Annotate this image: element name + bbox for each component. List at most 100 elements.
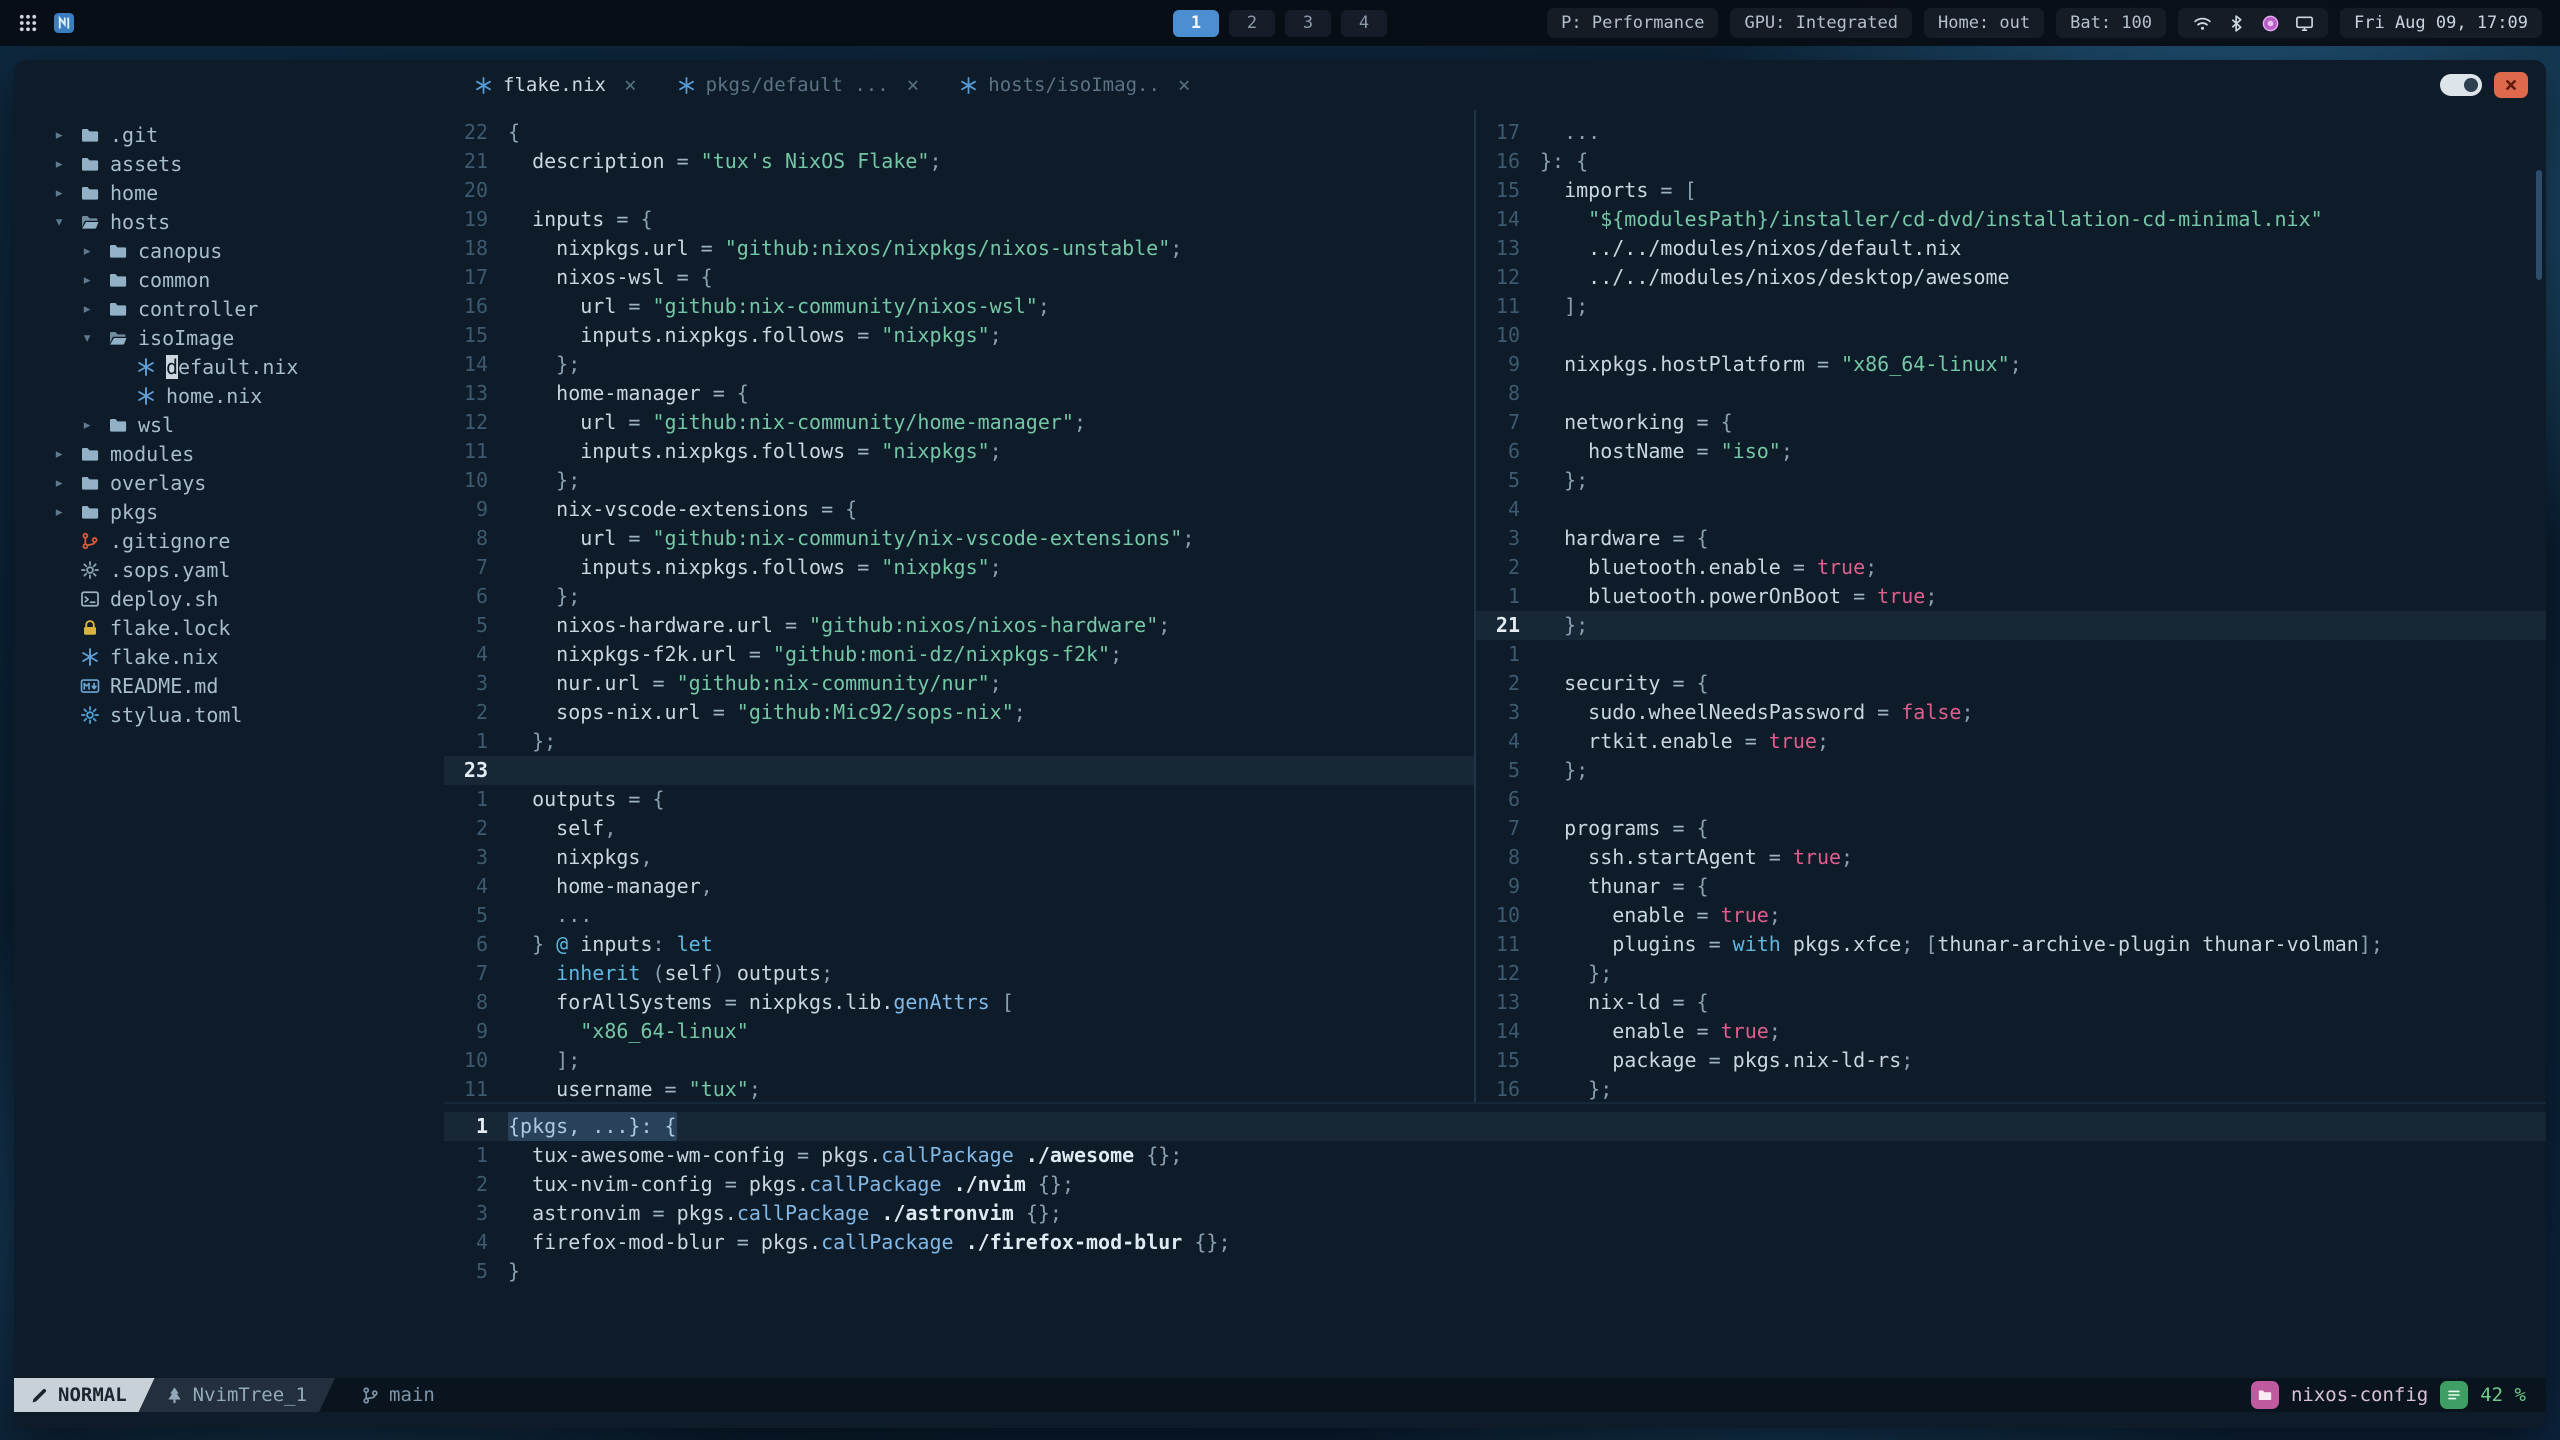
tray-icons <box>2178 8 2328 38</box>
tree-item-flake.lock[interactable]: flake.lock <box>14 613 444 642</box>
tree-item-label: hosts <box>110 209 171 234</box>
code-line: 16}: { <box>1476 147 2546 176</box>
line-text: {pkgs, ...}: { <box>508 1112 677 1141</box>
app-logo-icon[interactable] <box>54 13 74 33</box>
code-line: 15 inputs.nixpkgs.follows = "nixpkgs"; <box>444 321 1474 350</box>
tree-item-modules[interactable]: ▸ modules <box>14 439 444 468</box>
code-line: 19 inputs = { <box>444 205 1474 234</box>
line-number: 5 <box>475 613 488 637</box>
line-number: 15 <box>463 323 488 347</box>
folder-icon <box>108 415 138 435</box>
line-number: 21 <box>463 149 488 173</box>
workspace-button-1[interactable]: 1 <box>1173 9 1219 37</box>
tree-item-stylua.toml[interactable]: stylua.toml <box>14 700 444 729</box>
line-text: ... <box>1540 120 1601 144</box>
code-line: 11 plugins = with pkgs.xfce; [thunar-arc… <box>1476 930 2546 959</box>
line-text: nixpkgs, <box>508 845 653 869</box>
tree-icon <box>165 1386 184 1405</box>
line-text: nix-vscode-extensions = { <box>508 497 858 521</box>
code-line: 10 }; <box>444 466 1474 495</box>
line-number: 4 <box>475 1230 488 1254</box>
tree-cursor: d <box>166 354 179 379</box>
tree-item-common[interactable]: ▸ common <box>14 265 444 294</box>
nix-icon <box>136 357 166 377</box>
line-text: nixpkgs.url = "github:nixos/nixpkgs/nixo… <box>508 236 1183 260</box>
line-text: } <box>508 1259 521 1283</box>
scroll-progress: 42 % <box>2480 1384 2526 1406</box>
line-number: 9 <box>475 497 488 521</box>
color-picker-icon[interactable] <box>2260 13 2280 33</box>
line-number: 3 <box>1507 526 1520 550</box>
line-text: ]; <box>1540 294 1589 318</box>
statusline-right: nixos-config 42 % <box>2250 1378 2546 1412</box>
tab-close-icon[interactable]: × <box>624 73 637 97</box>
tree-item-label: .gitignore <box>110 528 231 553</box>
tree-item-README.md[interactable]: README.md <box>14 671 444 700</box>
line-number: 11 <box>1495 932 1520 956</box>
tree-item-controller[interactable]: ▸ controller <box>14 294 444 323</box>
tree-item-hosts[interactable]: ▾ hosts <box>14 207 444 236</box>
tree-item-default.nix[interactable]: default.nix <box>14 352 444 381</box>
line-number: 12 <box>463 410 488 434</box>
line-number: 1 <box>475 787 488 811</box>
line-text: plugins = with pkgs.xfce; [thunar-archiv… <box>1540 932 2383 956</box>
tree-item-label: modules <box>110 441 195 466</box>
line-text: inputs.nixpkgs.follows = "nixpkgs"; <box>508 323 1002 347</box>
tab-pkgs-default-...[interactable]: pkgs/default ... × <box>657 60 940 110</box>
line-number: 15 <box>1495 1048 1520 1072</box>
line-text: }; <box>1540 613 1589 637</box>
window-close-button[interactable]: × <box>2494 72 2528 98</box>
tab-close-icon[interactable]: × <box>907 73 920 97</box>
mode-label: NORMAL <box>58 1384 127 1406</box>
line-text: tux-nvim-config = pkgs.callPackage ./nvi… <box>508 1172 1074 1196</box>
tab-close-icon[interactable]: × <box>1178 73 1191 97</box>
line-number: 14 <box>1495 207 1520 231</box>
tree-item-assets[interactable]: ▸ assets <box>14 149 444 178</box>
display-icon[interactable] <box>2294 13 2314 33</box>
line-text: astronvim = pkgs.callPackage ./astronvim… <box>508 1201 1062 1225</box>
workspace-button-2[interactable]: 2 <box>1229 9 1275 37</box>
tree-item-wsl[interactable]: ▸ wsl <box>14 410 444 439</box>
code-line: 9 "x86_64-linux" <box>444 1017 1474 1046</box>
tab-hosts-isoImag..[interactable]: hosts/isoImag.. × <box>939 60 1210 110</box>
line-text: nur.url = "github:nix-community/nur"; <box>508 671 1002 695</box>
tree-item-pkgs[interactable]: ▸ pkgs <box>14 497 444 526</box>
line-number: 2 <box>1507 671 1520 695</box>
folder-icon <box>80 125 110 145</box>
tree-item-.git[interactable]: ▸ .git <box>14 120 444 149</box>
wifi-icon[interactable] <box>2192 13 2212 33</box>
bluetooth-icon[interactable] <box>2226 13 2246 33</box>
tab-flake.nix[interactable]: flake.nix × <box>454 60 657 110</box>
code-line: 13 home-manager = { <box>444 379 1474 408</box>
line-number: 6 <box>475 584 488 608</box>
tree-item-label: stylua.toml <box>110 702 243 727</box>
status-pill: Home: out <box>1923 8 2045 38</box>
tree-item-.gitignore[interactable]: .gitignore <box>14 526 444 555</box>
tree-item-isoImage[interactable]: ▾ isoImage <box>14 323 444 352</box>
tree-item-.sops.yaml[interactable]: .sops.yaml <box>14 555 444 584</box>
code-line: 11 inputs.nixpkgs.follows = "nixpkgs"; <box>444 437 1474 466</box>
apps-grid-icon[interactable] <box>18 13 38 33</box>
workspaces: 1234 <box>1173 9 1387 37</box>
code-line: 18 nixpkgs.url = "github:nixos/nixpkgs/n… <box>444 234 1474 263</box>
line-number: 13 <box>1495 236 1520 260</box>
buffer-name: NvimTree_1 <box>139 1378 335 1412</box>
code-line: 14 enable = true; <box>1476 1017 2546 1046</box>
tree-item-deploy.sh[interactable]: deploy.sh <box>14 584 444 613</box>
line-text: nixos-hardware.url = "github:nixos/nixos… <box>508 613 1171 637</box>
workspace-button-3[interactable]: 3 <box>1285 9 1331 37</box>
folder-icon <box>80 154 110 174</box>
tree-item-home.nix[interactable]: home.nix <box>14 381 444 410</box>
scrollbar[interactable] <box>2536 170 2542 280</box>
workspace-button-4[interactable]: 4 <box>1341 9 1387 37</box>
line-number: 16 <box>1495 1077 1520 1101</box>
code-line: 2 bluetooth.enable = true; <box>1476 553 2546 582</box>
pencil-icon <box>30 1386 49 1405</box>
tree-item-home[interactable]: ▸ home <box>14 178 444 207</box>
tree-item-flake.nix[interactable]: flake.nix <box>14 642 444 671</box>
line-number: 10 <box>463 468 488 492</box>
window-pin-toggle[interactable] <box>2440 74 2482 96</box>
tab-label: flake.nix <box>503 74 606 96</box>
tree-item-overlays[interactable]: ▸ overlays <box>14 468 444 497</box>
tree-item-canopus[interactable]: ▸ canopus <box>14 236 444 265</box>
